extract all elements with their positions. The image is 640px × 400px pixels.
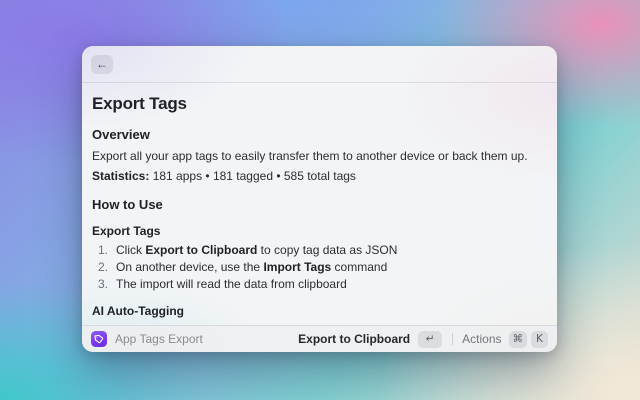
list-number: 1.: [92, 243, 116, 258]
return-keycap[interactable]: ↵: [418, 331, 442, 348]
command-keycap[interactable]: ⌘: [509, 331, 528, 348]
footer-divider: [452, 333, 453, 345]
primary-action-button[interactable]: Export to Clipboard: [298, 332, 410, 346]
footer-actions: Export to Clipboard ↵ Actions ⌘ K: [298, 331, 548, 348]
tag-icon: [91, 331, 107, 347]
app-window: ← Export Tags Overview Export all your a…: [82, 46, 557, 352]
ai-auto-tagging-subheading: AI Auto-Tagging: [92, 304, 547, 318]
actions-menu-button[interactable]: Actions: [462, 332, 501, 346]
export-tags-subheading: Export Tags: [92, 224, 547, 238]
detail-content: Export Tags Overview Export all your app…: [82, 83, 557, 325]
export-steps-list: 1. Click Export to Clipboard to copy tag…: [92, 243, 547, 292]
list-text: The import will read the data from clipb…: [116, 277, 347, 292]
overview-description: Export all your app tags to easily trans…: [92, 149, 547, 164]
list-item: 2. On another device, use the Import Tag…: [92, 260, 547, 275]
back-arrow-icon: ←: [96, 58, 108, 70]
list-number: 3.: [92, 277, 116, 292]
list-text: On another device, use the Import Tags c…: [116, 260, 387, 275]
overview-heading: Overview: [92, 127, 547, 142]
list-item: 1. Click Export to Clipboard to copy tag…: [92, 243, 547, 258]
footer-bar: App Tags Export Export to Clipboard ↵ Ac…: [82, 325, 557, 352]
list-text: Click Export to Clipboard to copy tag da…: [116, 243, 397, 258]
footer-app-name: App Tags Export: [115, 332, 203, 346]
how-to-use-heading: How to Use: [92, 197, 547, 212]
statistics-label: Statistics:: [92, 169, 149, 183]
list-item: 3. The import will read the data from cl…: [92, 277, 547, 292]
statistics-value: 181 apps • 181 tagged • 585 total tags: [149, 169, 356, 183]
statistics-line: Statistics: 181 apps • 181 tagged • 585 …: [92, 169, 547, 184]
list-number: 2.: [92, 260, 116, 275]
desktop: { "window": { "header": { "back_icon": "…: [0, 0, 640, 400]
page-title: Export Tags: [92, 94, 547, 114]
titlebar: ←: [82, 46, 557, 83]
k-keycap[interactable]: K: [531, 331, 548, 348]
back-button[interactable]: ←: [91, 55, 113, 74]
